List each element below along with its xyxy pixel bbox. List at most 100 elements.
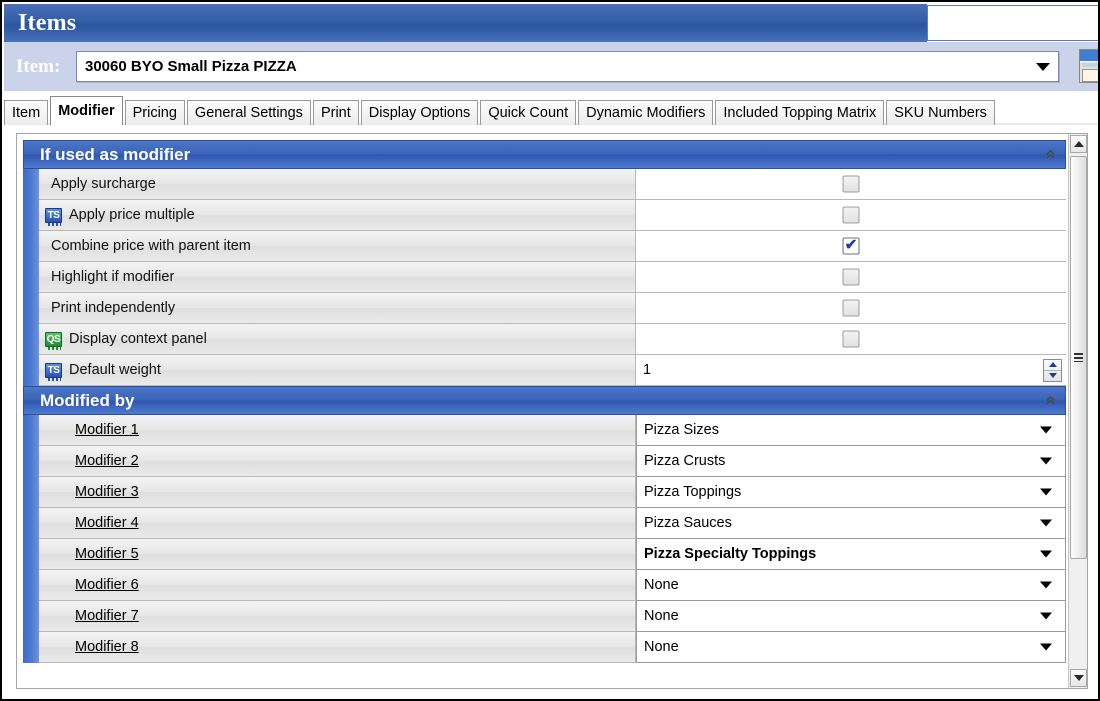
table-row: QS Display context panel ✔ xyxy=(23,324,1066,355)
chevron-down-icon[interactable] xyxy=(1040,612,1052,620)
row-indent-marker xyxy=(23,632,39,663)
modifier-link-label[interactable]: Modifier 3 xyxy=(51,484,139,500)
row-label-cell: Modifier 2 xyxy=(39,446,636,477)
double-chevron-up-icon[interactable] xyxy=(1041,392,1059,410)
modifier-combobox[interactable]: None xyxy=(636,601,1066,632)
modifier-combobox[interactable]: Pizza Sizes xyxy=(636,415,1066,446)
table-row: Apply surcharge ✔ xyxy=(23,169,1066,200)
modifier-link-label[interactable]: Modifier 7 xyxy=(51,608,139,624)
row-label-cell: Highlight if modifier xyxy=(39,262,636,293)
modifier-combobox[interactable]: Pizza Sauces xyxy=(636,508,1066,539)
qs-badge-icon: QS xyxy=(45,331,62,350)
row-value-cell: ✔ xyxy=(636,262,1066,293)
chevron-down-icon[interactable] xyxy=(1040,643,1052,651)
tab-quick-count[interactable]: Quick Count xyxy=(480,100,577,125)
row-indent-marker xyxy=(23,200,39,231)
section-title: Modified by xyxy=(40,390,135,410)
scroll-up-button[interactable] xyxy=(1070,135,1087,153)
table-row: Modifier 8 None xyxy=(23,632,1066,663)
caret-up-icon xyxy=(1048,362,1057,367)
modifier-combobox[interactable]: None xyxy=(636,570,1066,601)
modifier-link-label[interactable]: Modifier 5 xyxy=(51,546,139,562)
scroll-up-arrow-icon xyxy=(1073,141,1084,147)
vertical-scrollbar[interactable] xyxy=(1068,134,1087,688)
tab-modifier[interactable]: Modifier xyxy=(50,96,123,125)
modifier-combobox[interactable]: Pizza Toppings xyxy=(636,477,1066,508)
scroll-thumb-grip-icon xyxy=(1074,353,1083,362)
chevron-down-icon[interactable] xyxy=(1040,519,1052,527)
row-label: Display context panel xyxy=(69,331,207,347)
section-header-modified-by[interactable]: Modified by xyxy=(23,386,1066,415)
table-row: Modifier 1 Pizza Sizes xyxy=(23,415,1066,446)
default-weight-input[interactable]: 1 xyxy=(636,362,1043,378)
combobox-value: Pizza Sauces xyxy=(644,515,732,531)
modifier-link-label[interactable]: Modifier 2 xyxy=(51,453,139,469)
tab-display-options[interactable]: Display Options xyxy=(360,100,479,125)
table-row: Print independently ✔ xyxy=(23,293,1066,324)
table-row: Modifier 7 None xyxy=(23,601,1066,632)
chevron-down-icon[interactable] xyxy=(1040,488,1052,496)
scroll-down-button[interactable] xyxy=(1070,669,1087,687)
row-label: Default weight xyxy=(69,362,161,378)
section-header-if-used-as-modifier[interactable]: If used as modifier xyxy=(23,140,1066,169)
tab-print[interactable]: Print xyxy=(312,100,359,125)
row-label-cell: TS Default weight xyxy=(39,355,636,386)
tab-item[interactable]: Item xyxy=(4,100,49,125)
modifier-combobox[interactable]: Pizza Specialty Toppings xyxy=(636,539,1066,570)
tab-included-topping-matrix[interactable]: Included Topping Matrix xyxy=(715,100,885,125)
modifier-link-label[interactable]: Modifier 1 xyxy=(51,422,139,438)
number-stepper[interactable] xyxy=(1043,358,1062,382)
double-chevron-up-icon[interactable] xyxy=(1041,146,1059,164)
scroll-down-arrow-icon xyxy=(1073,675,1084,681)
section-title: If used as modifier xyxy=(40,144,191,164)
combobox-value: Pizza Toppings xyxy=(644,484,742,500)
checkbox[interactable]: ✔ xyxy=(842,299,860,317)
row-indent-marker xyxy=(23,539,39,570)
item-combobox[interactable]: 30060 BYO Small Pizza PIZZA xyxy=(76,51,1059,82)
row-label-cell: QS Display context panel xyxy=(39,324,636,355)
item-form-window-button[interactable] xyxy=(1079,49,1098,83)
stepper-up-button[interactable] xyxy=(1044,360,1061,371)
row-label-cell: Modifier 1 xyxy=(39,415,636,446)
combobox-value: None xyxy=(644,639,679,655)
row-value-cell: ✔ xyxy=(636,169,1066,200)
table-row: Modifier 3 Pizza Toppings xyxy=(23,477,1066,508)
table-row: TS Default weight 1 xyxy=(23,355,1066,386)
tab-general-settings[interactable]: General Settings xyxy=(186,100,311,125)
table-row: Modifier 6 None xyxy=(23,570,1066,601)
caret-down-icon xyxy=(1048,373,1057,378)
chevron-down-icon[interactable] xyxy=(1040,457,1052,465)
row-label-cell: Print independently xyxy=(39,293,636,324)
row-value-cell: 1 xyxy=(636,355,1066,386)
modifier-link-label[interactable]: Modifier 4 xyxy=(51,515,139,531)
row-indent-marker xyxy=(23,169,39,200)
chevron-down-icon[interactable] xyxy=(1040,550,1052,558)
modifier-link-label[interactable]: Modifier 8 xyxy=(51,639,139,655)
modifier-combobox[interactable]: Pizza Crusts xyxy=(636,446,1066,477)
row-value-cell: ✔ xyxy=(636,200,1066,231)
modifier-combobox[interactable]: None xyxy=(636,632,1066,663)
chevron-down-icon[interactable] xyxy=(1040,581,1052,589)
row-label-cell: TS Apply price multiple xyxy=(39,200,636,231)
item-combobox-value: 30060 BYO Small Pizza PIZZA xyxy=(85,58,297,75)
row-label-cell: Combine price with parent item xyxy=(39,231,636,262)
checkbox[interactable]: ✔ xyxy=(842,237,860,255)
chevron-down-icon[interactable] xyxy=(1040,426,1052,434)
checkbox[interactable]: ✔ xyxy=(842,206,860,224)
tab-pricing[interactable]: Pricing xyxy=(124,100,185,125)
chevron-down-icon[interactable] xyxy=(1036,62,1050,71)
tab-dynamic-modifiers[interactable]: Dynamic Modifiers xyxy=(578,100,714,125)
checkbox[interactable]: ✔ xyxy=(842,268,860,286)
row-label-cell: Modifier 6 xyxy=(39,570,636,601)
stepper-down-button[interactable] xyxy=(1044,371,1061,381)
row-indent-marker xyxy=(23,415,39,446)
settings-grid: If used as modifier Apply surcharge ✔ TS App… xyxy=(23,140,1066,663)
row-label-cell: Modifier 4 xyxy=(39,508,636,539)
tab-sku-numbers[interactable]: SKU Numbers xyxy=(886,100,995,125)
table-row: Modifier 4 Pizza Sauces xyxy=(23,508,1066,539)
checkbox[interactable]: ✔ xyxy=(842,175,860,193)
checkbox[interactable]: ✔ xyxy=(842,330,860,348)
title-bar-blank-panel xyxy=(927,5,1098,41)
modifier-link-label[interactable]: Modifier 6 xyxy=(51,577,139,593)
scrollbar-thumb[interactable] xyxy=(1070,156,1087,559)
